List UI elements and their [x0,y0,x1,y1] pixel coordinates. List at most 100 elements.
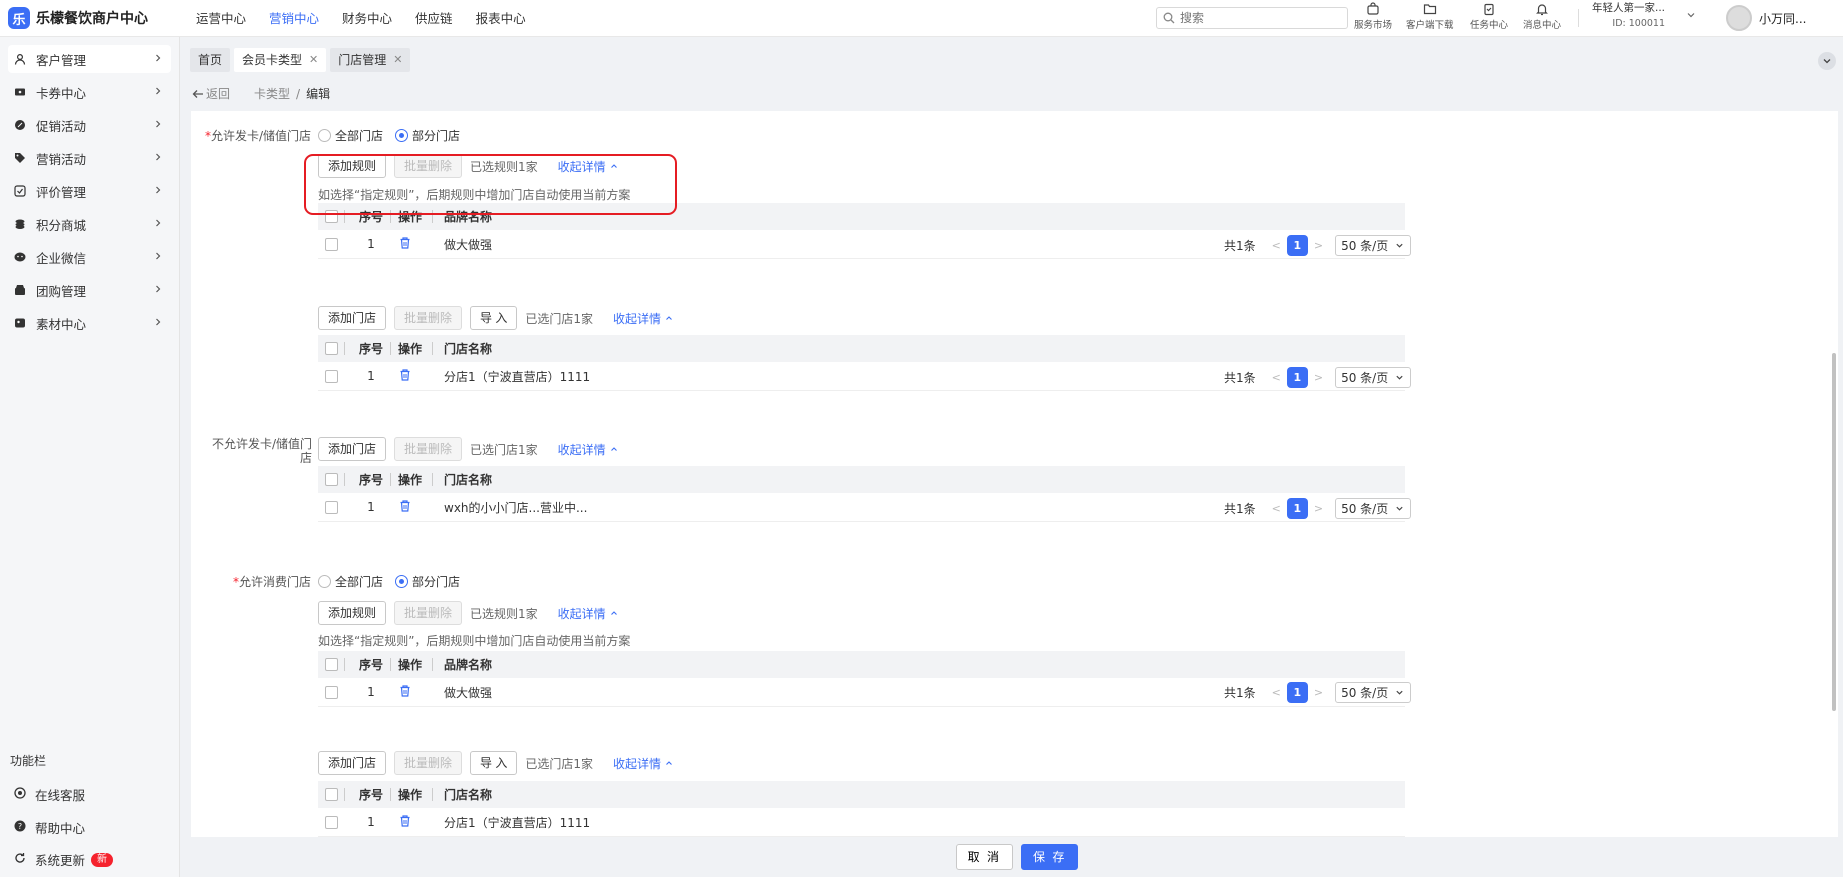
chevron-right-icon [156,153,161,161]
table-header: 序号 操作 门店名称 [318,335,1405,362]
search-box[interactable] [1156,7,1348,29]
logo[interactable]: 乐 乐檬餐饮商户中心 [8,6,148,30]
sidebar-item-promotions[interactable]: 促销活动 [8,111,171,139]
tab-store-management[interactable]: 门店管理 ✕ [330,48,411,72]
next-page-icon[interactable]: > [1314,239,1323,252]
scrollbar-thumb[interactable] [1832,353,1836,711]
prev-page-icon[interactable]: < [1272,371,1281,384]
select-all-checkbox[interactable] [325,658,338,671]
prev-page-icon[interactable]: < [1272,502,1281,515]
trash-icon[interactable] [398,368,412,385]
store-toolbar: 添加门店 批量删除 导 入 已选门店1家 收起详情 [318,306,674,330]
selected-store-count: 已选门店1家 [525,311,594,326]
page-number[interactable]: 1 [1286,682,1308,703]
page-number[interactable]: 1 [1286,367,1308,388]
sidebar-item-materials[interactable]: 素材中心 [8,309,171,337]
page-size-select[interactable]: 50 条/页 [1335,682,1412,703]
cancel-button[interactable]: 取 消 [955,844,1013,870]
radio-all-stores[interactable]: 全部门店 [318,573,383,590]
func-help-center[interactable]: ? 帮助中心 [14,818,85,837]
save-button[interactable]: 保 存 [1021,844,1079,870]
row-brand-name: 做大做强 [444,685,493,700]
sidebar-item-group-buy[interactable]: 团购管理 [8,276,171,304]
select-all-checkbox[interactable] [325,473,338,486]
nav-operations[interactable]: 运营中心 [196,0,246,37]
breadcrumb-current: 编辑 [306,87,331,101]
sidebar-item-customers[interactable]: 客户管理 [8,45,171,73]
tool-message-center[interactable]: 消息中心 [1523,2,1561,31]
next-page-icon[interactable]: > [1314,502,1323,515]
prev-page-icon[interactable]: < [1272,686,1281,699]
nav-finance[interactable]: 财务中心 [342,0,392,37]
column-divider [390,342,391,355]
table-header: 序号 操作 门店名称 [318,466,1405,493]
batch-delete-button[interactable]: 批量删除 [394,601,463,625]
tabs-dropdown-button[interactable] [1818,52,1836,70]
prev-page-icon[interactable]: < [1272,239,1281,252]
nav-marketing[interactable]: 营销中心 [269,0,319,37]
user-menu[interactable]: 小万同... [1726,5,1806,31]
row-checkbox[interactable] [325,237,338,251]
import-button[interactable]: 导 入 [470,751,518,775]
tool-client-download[interactable]: 客户端下载 [1406,2,1454,31]
trash-icon[interactable] [398,684,412,701]
sidebar-item-points-mall[interactable]: 积分商城 [8,210,171,238]
batch-delete-button[interactable]: 批量删除 [394,437,463,461]
trash-icon[interactable] [398,499,412,516]
nav-reports[interactable]: 报表中心 [476,0,526,37]
row-checkbox[interactable] [325,815,338,829]
search-input[interactable] [1180,11,1330,25]
tool-task-center[interactable]: 任务中心 [1470,2,1508,31]
select-all-checkbox[interactable] [325,342,338,355]
next-page-icon[interactable]: > [1314,686,1323,699]
account-switcher[interactable]: 年轻人第一家... ID: 100011 [1592,1,1665,31]
collapse-details-link[interactable]: 收起详情 [558,441,619,458]
total-count: 共1条 [1224,686,1256,700]
collapse-details-link[interactable]: 收起详情 [613,755,674,772]
page-size-select[interactable]: 50 条/页 [1335,367,1412,388]
tab-home[interactable]: 首页 [190,48,231,72]
add-store-button[interactable]: 添加门店 [318,437,387,461]
tab-card-type[interactable]: 会员卡类型 ✕ [234,48,327,72]
trash-icon[interactable] [398,236,412,253]
func-system-update[interactable]: 系统更新 新 [14,850,114,869]
tool-service-market[interactable]: 服务市场 [1354,2,1392,31]
close-icon[interactable]: ✕ [309,48,318,72]
import-button[interactable]: 导 入 [470,306,518,330]
nav-supply-chain[interactable]: 供应链 [415,0,453,37]
add-store-button[interactable]: 添加门店 [318,306,387,330]
page-number[interactable]: 1 [1286,235,1308,256]
row-checkbox[interactable] [325,685,338,699]
sidebar-item-marketing[interactable]: 营销活动 [8,144,171,172]
collapse-details-link[interactable]: 收起详情 [558,605,619,622]
add-rule-button[interactable]: 添加规则 [318,601,387,625]
sidebar-item-reviews[interactable]: 评价管理 [8,177,171,205]
trash-icon[interactable] [398,814,412,831]
close-icon[interactable]: ✕ [393,48,402,72]
batch-delete-button[interactable]: 批量删除 [394,306,463,330]
sidebar-item-wecom[interactable]: 企业微信 [8,243,171,271]
arrow-left-icon[interactable] [192,88,204,100]
radio-partial-stores[interactable]: 部分门店 [395,127,460,144]
add-store-button[interactable]: 添加门店 [318,751,387,775]
radio-all-stores[interactable]: 全部门店 [318,127,383,144]
batch-delete-button[interactable]: 批量删除 [394,751,463,775]
row-checkbox[interactable] [325,500,338,514]
row-checkbox[interactable] [325,369,338,383]
col-header-op: 操作 [398,342,423,356]
collapse-details-link[interactable]: 收起详情 [613,310,674,327]
chevron-down-icon[interactable] [1686,10,1696,20]
radio-partial-stores[interactable]: 部分门店 [395,573,460,590]
select-all-checkbox[interactable] [325,788,338,801]
chevron-up-icon [666,761,672,765]
vertical-scrollbar[interactable] [1830,111,1838,837]
func-online-service[interactable]: 在线客服 [14,785,85,804]
page-size-select[interactable]: 50 条/页 [1335,498,1412,519]
breadcrumb-item[interactable]: 卡类型 [254,85,290,102]
next-page-icon[interactable]: > [1314,371,1323,384]
sidebar-item-coupons[interactable]: 卡券中心 [8,78,171,106]
refresh-icon [14,852,26,867]
back-link[interactable]: 返回 [206,85,230,102]
page-number[interactable]: 1 [1286,498,1308,519]
page-size-select[interactable]: 50 条/页 [1335,235,1412,256]
